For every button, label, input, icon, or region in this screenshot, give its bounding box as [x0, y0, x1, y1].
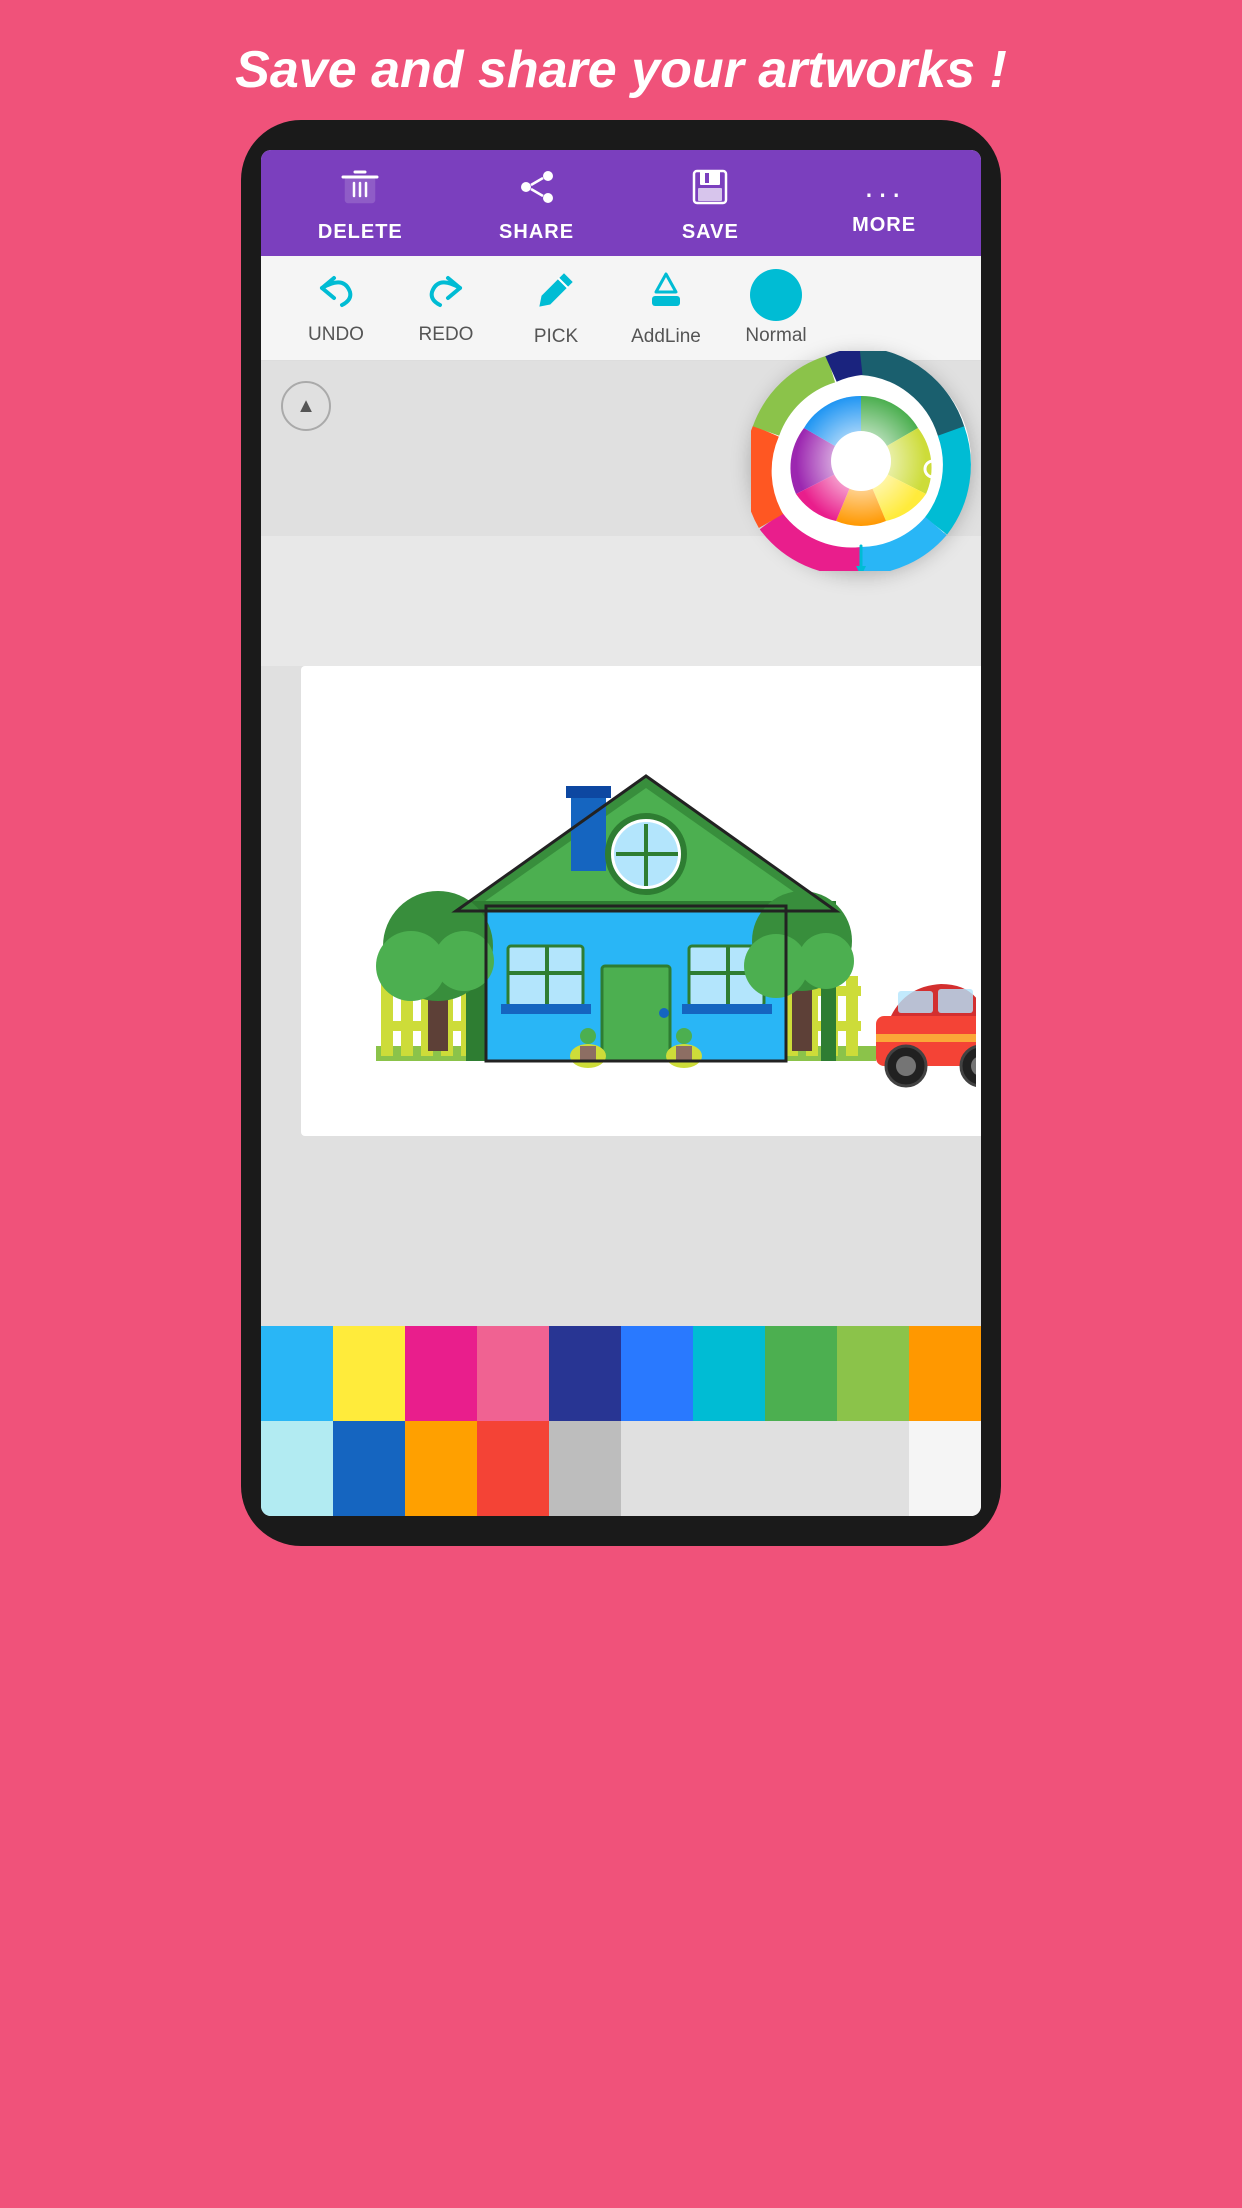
toolbar: DELETE SHARE: [261, 150, 981, 256]
color-wheel-container[interactable]: [751, 351, 971, 571]
more-label: MORE: [852, 214, 916, 237]
color-magenta[interactable]: [405, 1326, 477, 1421]
delete-label: DELETE: [318, 221, 403, 244]
color-cyan[interactable]: [261, 1326, 333, 1421]
color-pink[interactable]: [477, 1326, 549, 1421]
redo-button[interactable]: REDO: [391, 270, 501, 346]
color-wheel-bg: [751, 351, 971, 571]
more-icon: ···: [864, 175, 905, 212]
drawing-canvas[interactable]: [301, 666, 981, 1136]
redo-icon: [424, 270, 468, 320]
drawing-area: [261, 666, 981, 1156]
normal-label: Normal: [745, 325, 806, 347]
share-label: SHARE: [499, 221, 574, 244]
phone-screen: DELETE SHARE: [261, 150, 981, 1516]
tools-bar: UNDO REDO: [261, 256, 981, 361]
color-empty3: [765, 1421, 837, 1516]
color-blue[interactable]: [621, 1326, 693, 1421]
pick-label: PICK: [534, 326, 578, 348]
save-label: SAVE: [682, 221, 739, 244]
house-illustration: [316, 676, 976, 1126]
color-orange[interactable]: [909, 1326, 981, 1421]
phone-frame: DELETE SHARE: [241, 120, 1001, 1546]
page-title: Save and share your artworks !: [0, 0, 1242, 120]
color-yellow[interactable]: [333, 1326, 405, 1421]
delete-button[interactable]: DELETE: [318, 168, 403, 244]
pick-button[interactable]: PICK: [501, 268, 611, 348]
top-canvas-area: ▲: [261, 361, 981, 536]
color-lime[interactable]: [837, 1326, 909, 1421]
color-red[interactable]: [477, 1421, 549, 1516]
undo-icon: [314, 270, 358, 320]
color-wheel-svg: [751, 351, 971, 571]
redo-label: REDO: [419, 324, 474, 346]
addline-icon: [644, 268, 688, 322]
palette-row-2: [261, 1421, 981, 1516]
color-grey[interactable]: [549, 1421, 621, 1516]
color-amber[interactable]: [405, 1421, 477, 1516]
addline-label: AddLine: [631, 326, 701, 348]
normal-button[interactable]: Normal: [721, 269, 831, 347]
save-icon: [691, 168, 729, 215]
addline-button[interactable]: AddLine: [611, 268, 721, 348]
color-light-blue[interactable]: [261, 1421, 333, 1516]
color-empty5: [909, 1421, 981, 1516]
collapse-button[interactable]: ▲: [281, 381, 331, 431]
palette-row-1: [261, 1326, 981, 1421]
color-dark-blue[interactable]: [333, 1421, 405, 1516]
save-button[interactable]: SAVE: [670, 168, 750, 244]
delete-icon: [341, 168, 379, 215]
pick-icon: [534, 268, 578, 322]
color-empty2: [693, 1421, 765, 1516]
collapse-arrow-icon: ▲: [296, 395, 316, 418]
color-empty4: [837, 1421, 909, 1516]
color-circle: [750, 269, 802, 321]
color-navy[interactable]: [549, 1326, 621, 1421]
color-palette: [261, 1326, 981, 1516]
undo-label: UNDO: [308, 324, 364, 346]
color-teal[interactable]: [693, 1326, 765, 1421]
share-button[interactable]: SHARE: [497, 168, 577, 244]
more-button[interactable]: ··· MORE: [844, 175, 924, 237]
color-empty1: [621, 1421, 693, 1516]
undo-button[interactable]: UNDO: [281, 270, 391, 346]
color-green[interactable]: [765, 1326, 837, 1421]
bottom-spacing: [261, 1156, 981, 1326]
share-icon: [518, 168, 556, 215]
